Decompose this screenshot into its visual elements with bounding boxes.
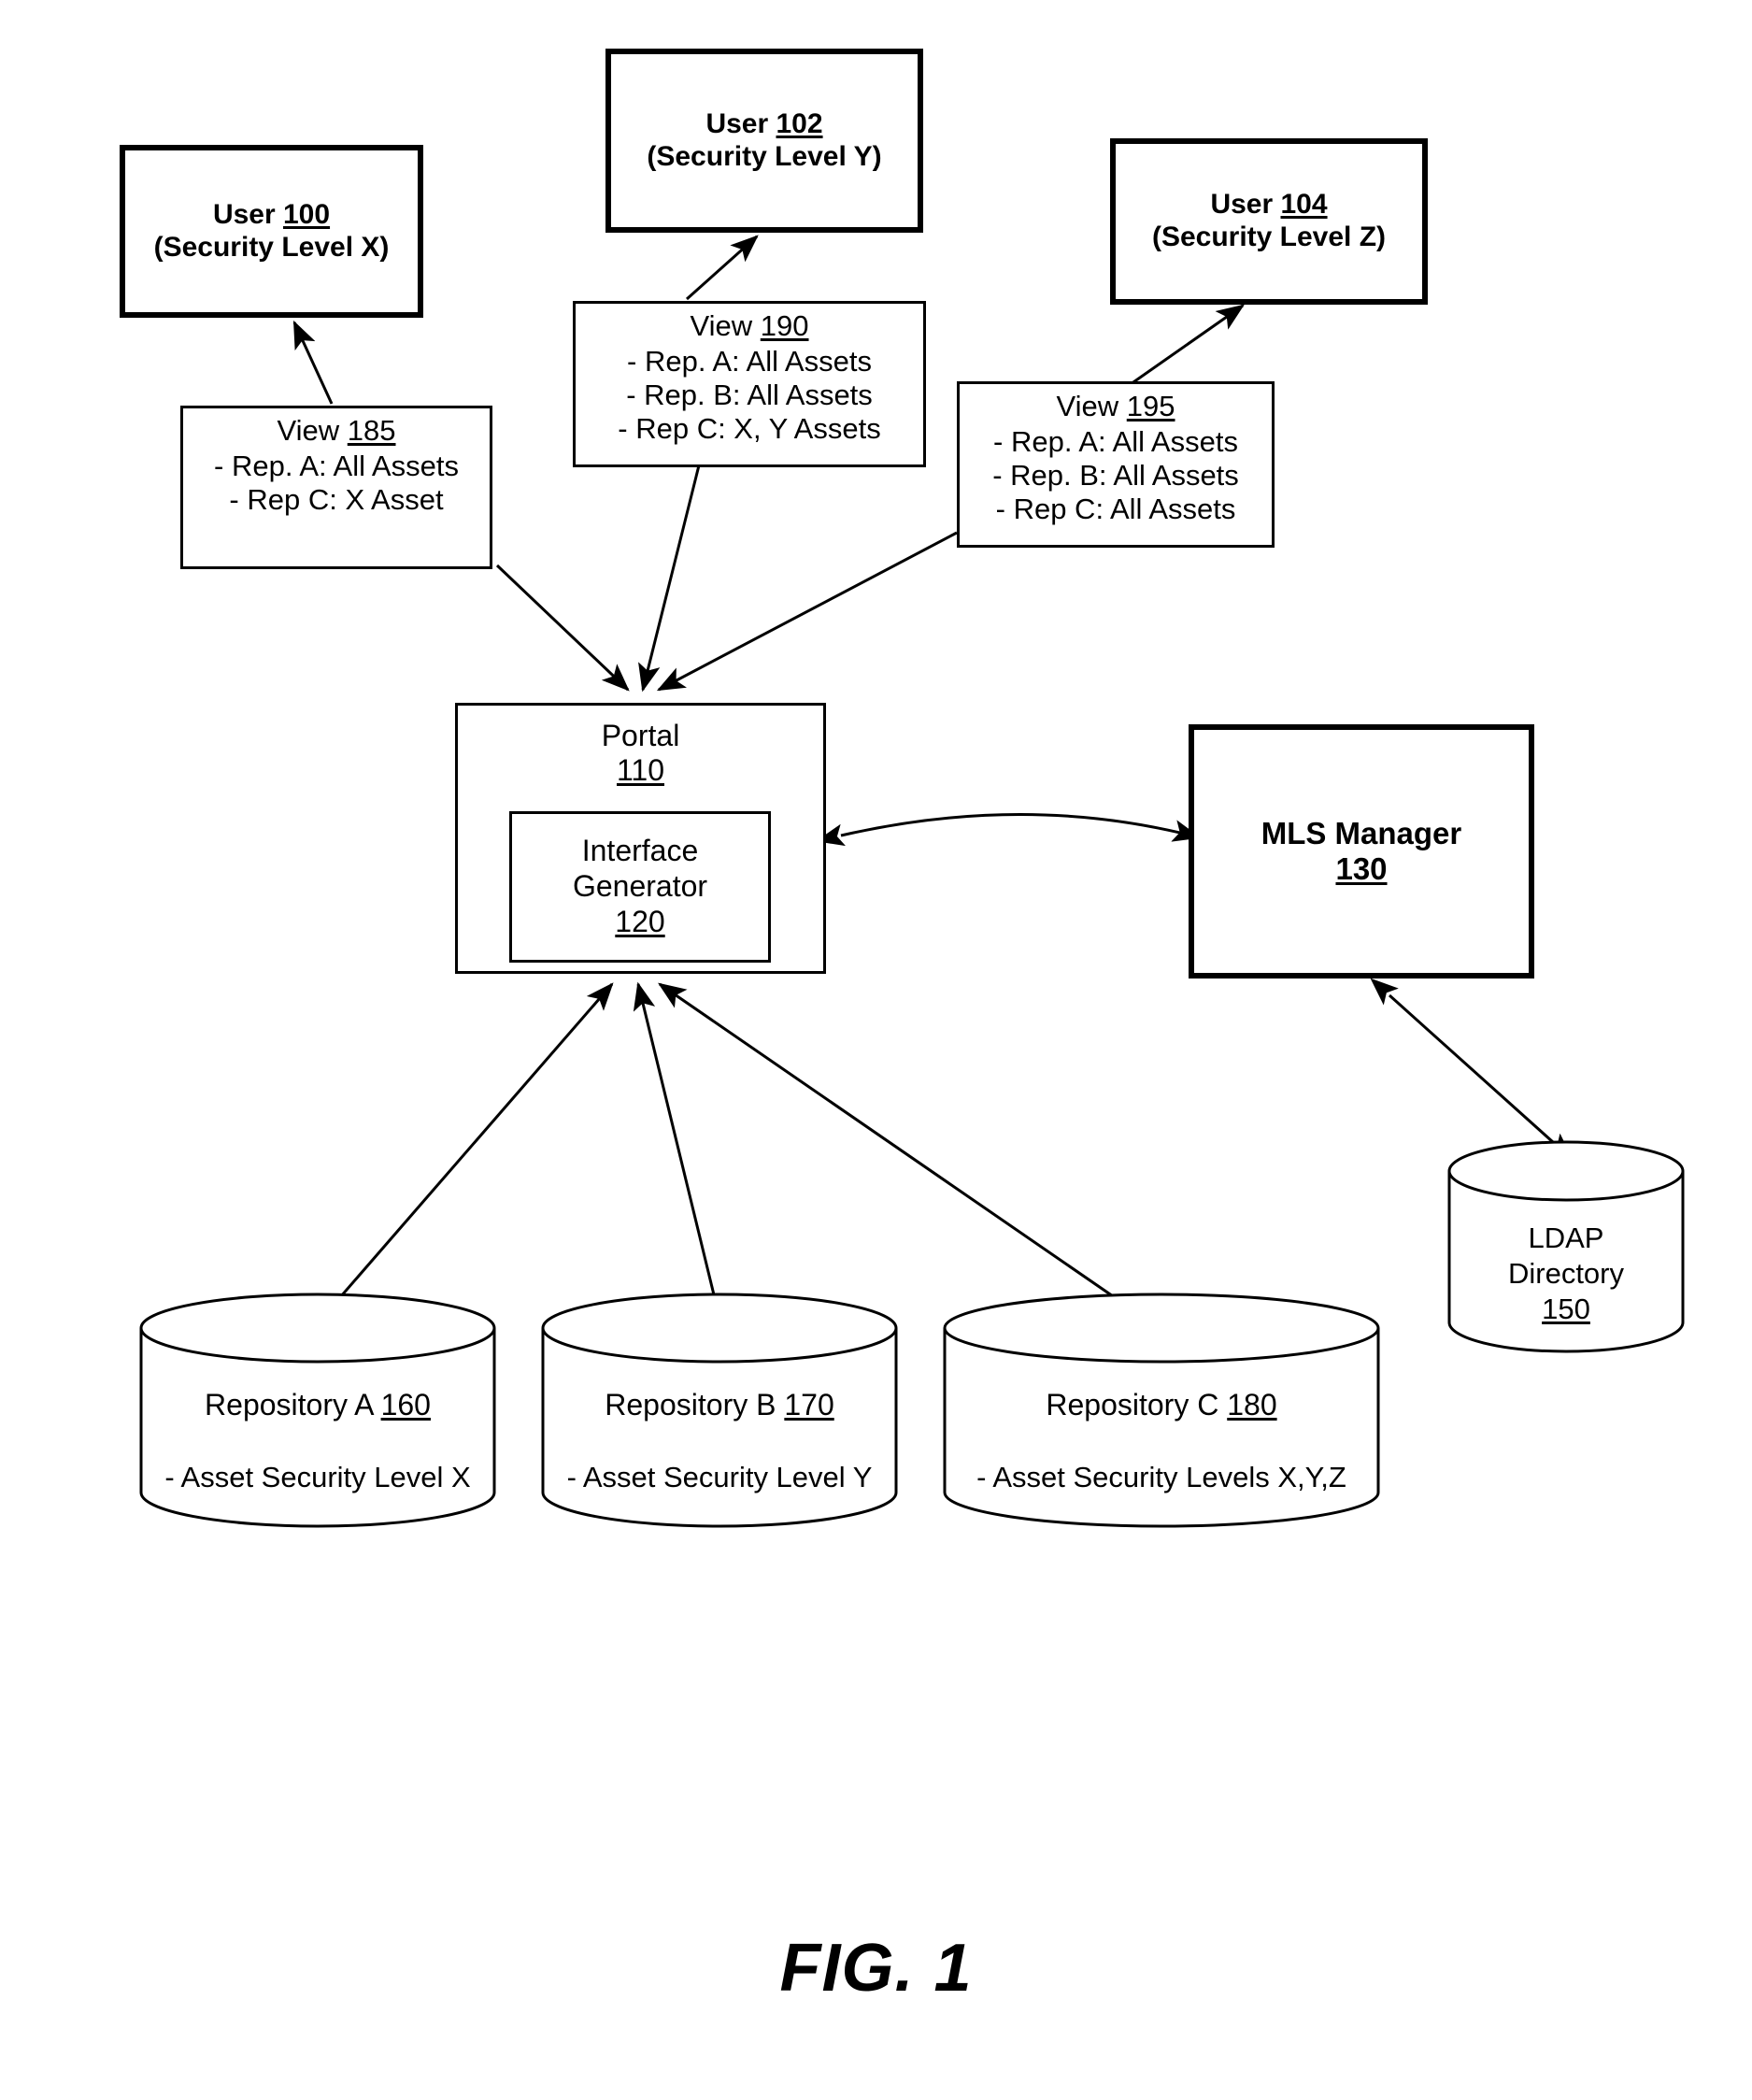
view-195-line-1: - Rep. A: All Assets — [993, 424, 1238, 458]
repository-c-label: Repository C — [1046, 1388, 1219, 1421]
edge-mls-ldap — [1370, 978, 1574, 1161]
repository-a-cylinder: Repository A 160 - Asset Security Level … — [138, 1293, 497, 1529]
view-185-ref: 185 — [347, 414, 396, 447]
user-104-name: User — [1210, 189, 1274, 221]
edge-repoB-to-portal — [633, 981, 721, 1319]
edge-view185-to-user100 — [292, 320, 334, 405]
view-195-box: View 195 - Rep. A: All Assets - Rep. B: … — [957, 381, 1275, 548]
edge-repoA-to-portal — [320, 982, 614, 1319]
view-195-line-3: - Rep C: All Assets — [995, 492, 1236, 525]
mls-manager-box: MLS Manager 130 — [1189, 724, 1534, 979]
user-100-ref: 100 — [283, 198, 331, 230]
user-102-box: User 102 (Security Level Y) — [605, 49, 923, 233]
edge-view190-to-user102 — [686, 235, 759, 301]
user-100-title: User 100 — [213, 199, 330, 232]
mls-manager-ref: 130 — [1335, 851, 1388, 886]
repository-c-detail: - Asset Security Levels X,Y,Z — [976, 1461, 1346, 1493]
user-102-name: User — [705, 107, 769, 139]
view-190-ref: 190 — [760, 309, 809, 342]
repository-b-title: Repository B 170 — [540, 1388, 899, 1422]
user-104-level: (Security Level Z) — [1151, 221, 1387, 252]
repository-a-label: Repository A — [205, 1388, 373, 1421]
ldap-directory-text: LDAP Directory 150 — [1446, 1221, 1686, 1326]
user-104-title: User 104 — [1210, 189, 1327, 221]
interface-generator-line-1: Interface — [581, 834, 699, 868]
view-185-box: View 185 - Rep. A: All Assets - Rep C: X… — [180, 406, 492, 569]
interface-generator-line-2: Generator — [572, 869, 708, 904]
user-100-box: User 100 (Security Level X) — [120, 145, 423, 318]
view-185-line-1: - Rep. A: All Assets — [214, 449, 459, 482]
view-190-label: View — [690, 309, 753, 342]
view-185-line-2: - Rep C: X Asset — [229, 482, 444, 516]
repository-b-detail: - Asset Security Level Y — [566, 1461, 873, 1493]
view-185-label: View — [277, 414, 340, 447]
view-185-title: View 185 — [194, 414, 478, 448]
view-195-label: View — [1056, 390, 1119, 422]
edge-portal-mls-manager — [816, 813, 1202, 847]
ldap-directory-cylinder: LDAP Directory 150 — [1446, 1140, 1686, 1353]
repository-a-detail: - Asset Security Level X — [164, 1461, 471, 1493]
repository-a-title: Repository A 160 — [138, 1388, 497, 1422]
view-195-ref: 195 — [1126, 390, 1175, 422]
portal-ref: 110 — [616, 753, 664, 788]
portal-label: Portal — [601, 719, 680, 752]
edge-view195-to-portal — [656, 531, 958, 692]
view-190-box: View 190 - Rep. A: All Assets - Rep. B: … — [573, 301, 926, 467]
user-104-ref: 104 — [1280, 189, 1328, 221]
edge-view190-to-portal — [638, 464, 701, 693]
patent-figure: User 100 (Security Level X) User 102 (Se… — [0, 0, 1752, 2100]
edge-view185-to-portal — [495, 564, 630, 692]
ldap-line-2: Directory — [1507, 1256, 1624, 1290]
ldap-ref: 150 — [1542, 1292, 1590, 1325]
repository-c-cylinder: Repository C 180 - Asset Security Levels… — [942, 1293, 1381, 1529]
user-102-title: User 102 — [705, 108, 822, 141]
repository-b-cylinder: Repository B 170 - Asset Security Level … — [540, 1293, 899, 1529]
figure-caption: FIG. 1 — [779, 1931, 973, 2006]
view-195-line-2: - Rep. B: All Assets — [992, 458, 1239, 492]
user-102-level: (Security Level Y) — [647, 140, 882, 172]
repository-b-ref: 170 — [784, 1388, 834, 1421]
user-100-level: (Security Level X) — [153, 231, 390, 263]
mls-manager-label: MLS Manager — [1261, 815, 1462, 850]
interface-generator-box: Interface Generator 120 — [509, 811, 771, 963]
view-190-title: View 190 — [587, 309, 912, 343]
user-104-box: User 104 (Security Level Z) — [1110, 138, 1428, 305]
repository-c-ref: 180 — [1227, 1388, 1277, 1421]
view-190-line-1: - Rep. A: All Assets — [627, 344, 872, 378]
edge-repoC-to-portal — [658, 982, 1132, 1310]
ldap-line-1: LDAP — [1528, 1221, 1604, 1254]
view-190-line-3: - Rep C: X, Y Assets — [618, 411, 881, 445]
repository-a-ref: 160 — [380, 1388, 431, 1421]
repository-c-title: Repository C 180 — [942, 1388, 1381, 1422]
user-102-ref: 102 — [776, 107, 823, 139]
view-190-line-2: - Rep. B: All Assets — [626, 378, 873, 411]
user-100-name: User — [212, 198, 276, 230]
repository-b-label: Repository B — [605, 1388, 776, 1421]
interface-generator-ref: 120 — [615, 904, 665, 938]
view-195-title: View 195 — [971, 390, 1261, 423]
